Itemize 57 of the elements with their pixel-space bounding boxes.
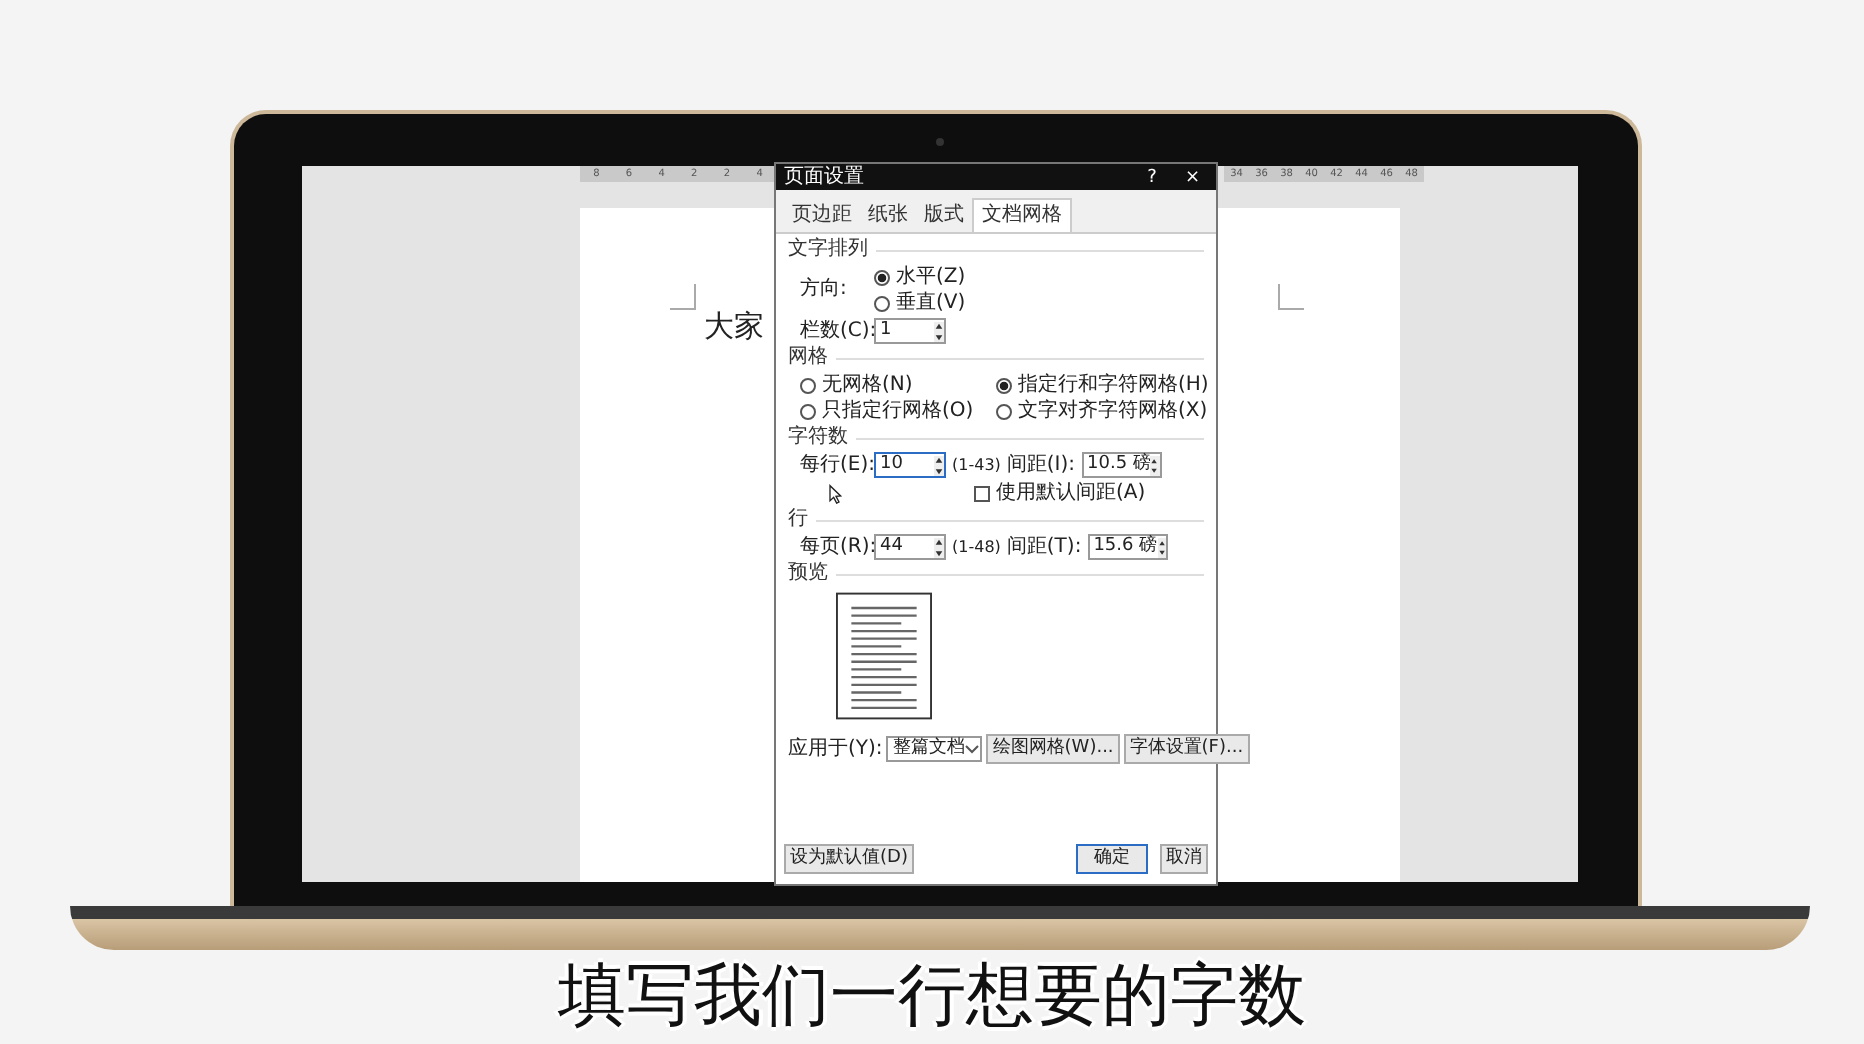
number-field[interactable]: 1 xyxy=(874,318,946,344)
dialog-button[interactable]: 字体设置(F)... xyxy=(1123,734,1250,764)
range-hint: (1-43) xyxy=(952,456,1001,474)
radio-option[interactable]: 无网格(N) xyxy=(800,372,992,398)
section-heading: 行 xyxy=(788,508,808,532)
video-subtitle: 填写我们一行想要的字数 xyxy=(556,954,1308,1040)
field-label: 间距(T): xyxy=(1006,535,1082,559)
dialog-tab[interactable]: 文档网格 xyxy=(972,198,1072,232)
dialog-button[interactable]: 绘图网格(W)... xyxy=(986,734,1120,764)
field-label: 方向: xyxy=(800,278,849,302)
radio-option[interactable]: 水平(Z) xyxy=(874,264,966,290)
dialog-tab[interactable]: 版式 xyxy=(916,198,972,232)
checkbox-icon[interactable] xyxy=(974,485,990,501)
spinner-arrows-icon[interactable] xyxy=(1157,537,1166,557)
radio-option[interactable]: 文字对齐字符网格(X) xyxy=(996,398,1209,424)
dialog-tab[interactable]: 纸张 xyxy=(860,198,916,232)
section-heading: 预览 xyxy=(788,562,828,586)
radio-icon[interactable] xyxy=(874,295,890,311)
dialog-tab[interactable]: 页边距 xyxy=(784,198,860,232)
range-hint: (1-48) xyxy=(952,538,1001,556)
number-field[interactable]: 10 xyxy=(874,452,946,478)
page-preview-drawing xyxy=(836,592,932,720)
section-heading: 文字排列 xyxy=(788,238,868,262)
number-field[interactable]: 44 xyxy=(874,534,946,560)
dialog-title: 页面设置 xyxy=(784,165,866,189)
radio-icon[interactable] xyxy=(874,269,890,285)
camera-icon xyxy=(936,138,944,146)
margin-corner-icon xyxy=(1278,284,1304,310)
spinner-arrows-icon[interactable] xyxy=(1150,455,1160,475)
section-heading: 字符数 xyxy=(788,426,848,450)
document-text: 大家 xyxy=(704,308,764,346)
radio-option[interactable]: 指定行和字符网格(H) xyxy=(996,372,1209,398)
section-heading: 网格 xyxy=(788,346,828,370)
spinner-arrows-icon[interactable] xyxy=(934,455,944,475)
apply-to-dropdown[interactable]: 整篇文档 xyxy=(886,736,983,762)
cancel-button[interactable]: 取消 xyxy=(1160,844,1208,874)
field-label: 间距(I): xyxy=(1006,453,1076,477)
close-button[interactable]: × xyxy=(1176,165,1208,189)
radio-icon[interactable] xyxy=(800,377,816,393)
radio-icon[interactable] xyxy=(996,377,1012,393)
caret-icon[interactable] xyxy=(964,744,981,754)
spinner-arrows-icon[interactable] xyxy=(934,537,944,557)
radio-option[interactable]: 只指定行网格(O) xyxy=(800,398,992,424)
mouse-pointer-icon xyxy=(828,483,842,503)
radio-icon[interactable] xyxy=(800,403,816,419)
radio-option[interactable]: 垂直(V) xyxy=(874,290,966,316)
checkbox-option[interactable]: 使用默认间距(A) xyxy=(974,480,1146,506)
help-button[interactable]: ? xyxy=(1139,165,1165,189)
spinner-arrows-icon[interactable] xyxy=(934,321,944,341)
field-label: 应用于(Y): xyxy=(788,737,883,761)
number-field[interactable]: 15.6 磅 xyxy=(1087,534,1168,560)
ok-button[interactable]: 确定 xyxy=(1076,844,1148,874)
number-field[interactable]: 10.5 磅 xyxy=(1081,452,1162,478)
radio-icon[interactable] xyxy=(996,403,1012,419)
field-label: 每行(E): xyxy=(800,453,868,477)
margin-corner-icon xyxy=(670,284,696,310)
set-default-button[interactable]: 设为默认值(D) xyxy=(784,844,914,874)
